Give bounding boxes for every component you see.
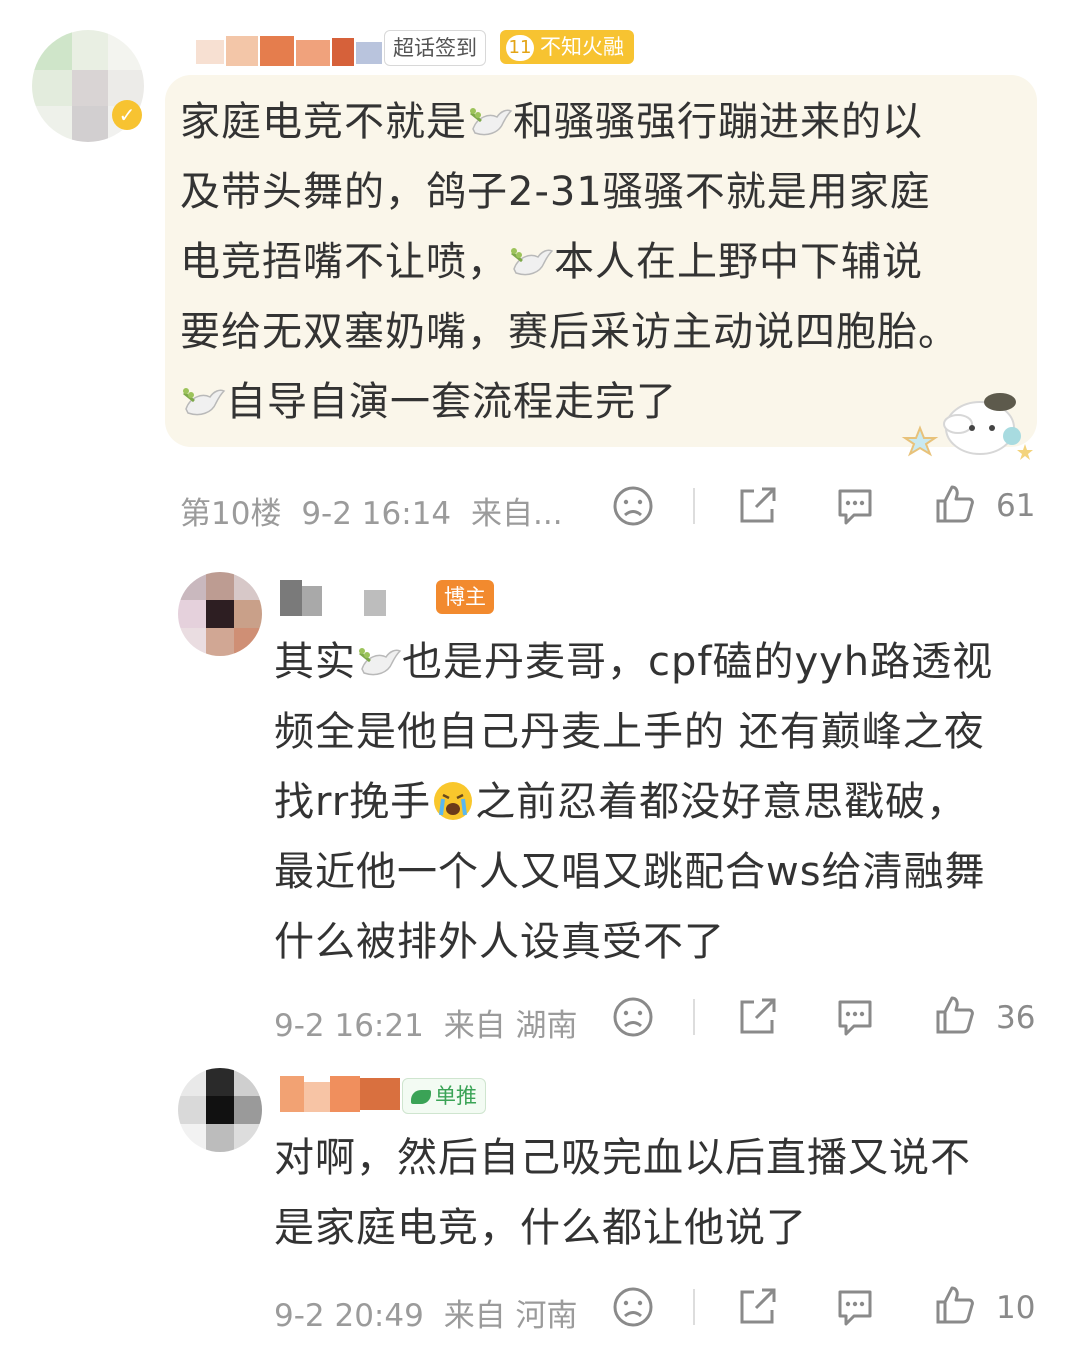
dove-emoji-icon (467, 93, 513, 136)
username[interactable] (280, 580, 400, 616)
username[interactable] (280, 1076, 404, 1112)
comment-source: 来自 湖南 (443, 1008, 578, 1044)
comment-time: 9-2 16:21 (274, 1008, 424, 1044)
checkin-badge: 超话签到 (384, 30, 486, 66)
like-icon[interactable] (934, 994, 976, 1040)
share-icon[interactable] (736, 485, 778, 531)
comment-time: 9-2 16:14 (301, 496, 452, 532)
level-badge: 11 不知火融 (500, 30, 634, 64)
level-number: 11 (506, 35, 534, 61)
dove-emoji-icon (180, 373, 226, 416)
share-icon[interactable] (736, 1286, 778, 1332)
comment-text: 对啊，然后自己吸完血以后直播又说不 是家庭电竞，什么都让他说了 (274, 1135, 971, 1251)
recommend-badge: 单推 (402, 1078, 486, 1114)
comment-meta: 9-2 20:49 来自 河南 (274, 1290, 578, 1335)
like-count: 10 (996, 1290, 1036, 1326)
comment-meta: 第10楼 9-2 16:14 来自... (180, 488, 563, 533)
crying-emoji-icon (431, 775, 475, 820)
comment-icon[interactable] (834, 996, 876, 1042)
like-icon[interactable] (934, 1284, 976, 1330)
comment-meta: 9-2 16:21 来自 湖南 (274, 1000, 578, 1045)
avatar[interactable] (178, 572, 262, 656)
comment-time: 9-2 20:49 (274, 1298, 424, 1334)
author-badge: 博主 (436, 580, 494, 614)
leaf-icon (411, 1090, 431, 1104)
verified-icon: ✓ (112, 100, 142, 130)
dove-emoji-icon (508, 233, 554, 276)
sad-face-icon[interactable] (612, 996, 654, 1042)
like-count: 61 (996, 488, 1036, 524)
share-icon[interactable] (736, 996, 778, 1042)
comment-icon[interactable] (834, 485, 876, 531)
fan-title: 不知火融 (540, 35, 624, 59)
divider (693, 488, 695, 524)
dove-emoji-icon (356, 633, 402, 676)
like-icon[interactable] (934, 483, 976, 529)
like-count: 36 (996, 1000, 1036, 1036)
comment-text: 其实 也是丹麦哥，cpf磕的yyh路透视 频全是他自己丹麦上手的 还有巅峰之夜 找… (274, 627, 1054, 977)
comment-source: 来自... (471, 496, 563, 532)
divider (693, 999, 695, 1035)
divider (693, 1289, 695, 1325)
floor-number: 第10楼 (180, 496, 282, 532)
avatar[interactable] (178, 1068, 262, 1152)
username[interactable] (196, 36, 386, 66)
comment-source: 来自 河南 (443, 1298, 578, 1334)
comment-icon[interactable] (834, 1286, 876, 1332)
sad-face-icon[interactable] (612, 1286, 654, 1332)
sad-face-icon[interactable] (612, 485, 654, 531)
comment-text: 家庭电竞不就是 和骚骚强行蹦进来的以 及带头舞的，鸽子2-31骚骚不就是用家庭 电… (180, 87, 1030, 437)
